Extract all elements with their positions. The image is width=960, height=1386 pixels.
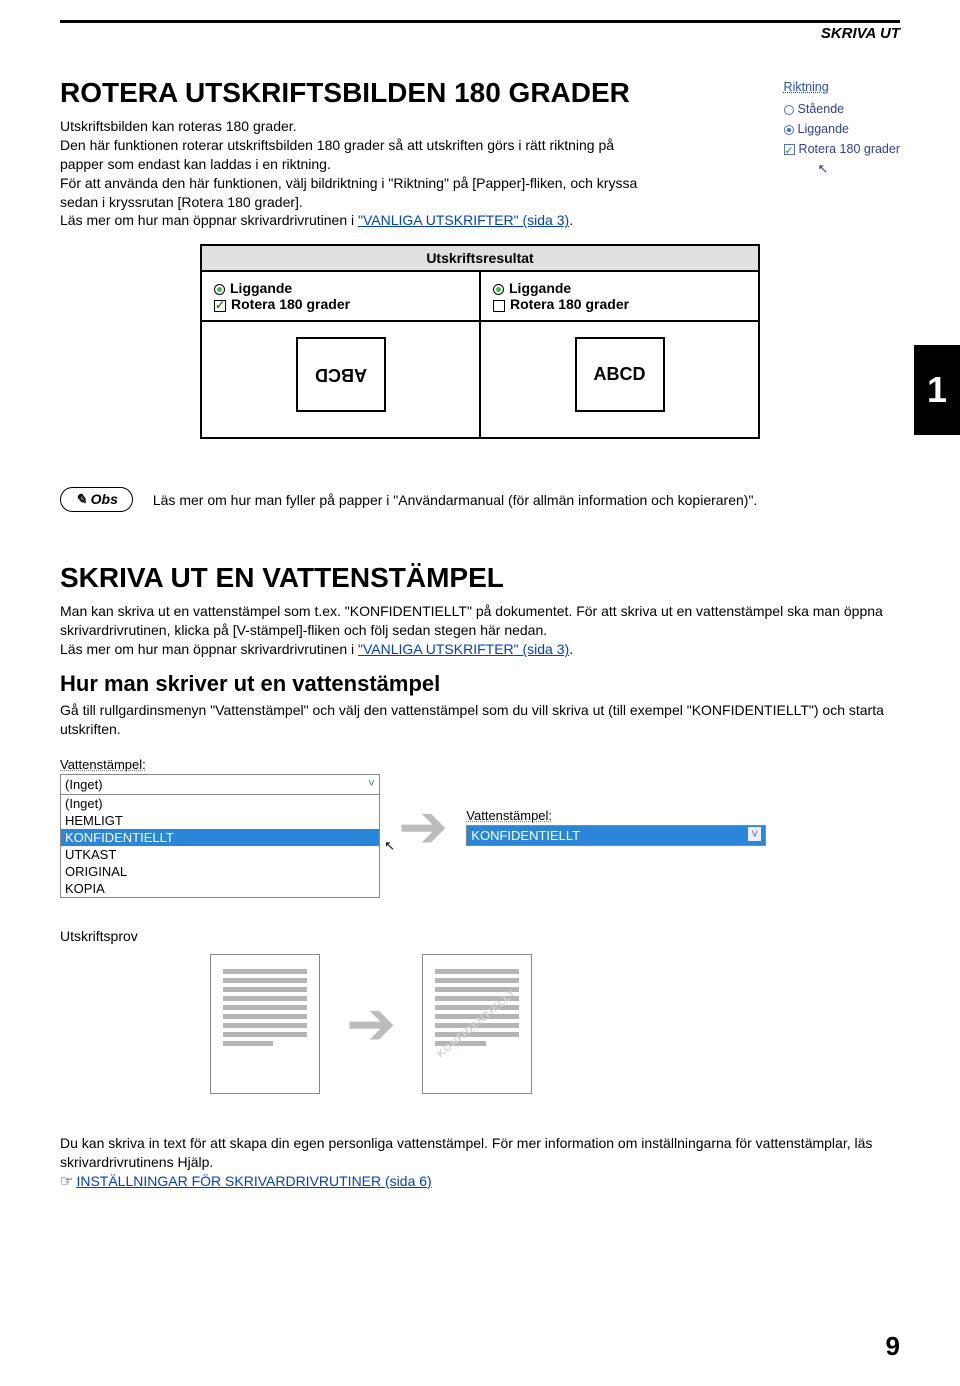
text-line [223,1014,307,1019]
rotate-p3b: . [569,212,573,228]
sample-page-after: KONFIDENTIELLT [422,954,532,1094]
riktning-label-2: Liggande [798,122,849,136]
utskriftsprov-label: Utskriftsprov [60,928,900,944]
text-line [223,1005,307,1010]
arrow-right-icon: ➔ [398,812,448,842]
opt-liggande-1: Liggande [230,280,292,296]
watermark-p1: Man kan skriva ut en vattenstämpel som t… [60,602,900,640]
riktning-label-1: Stående [798,102,845,116]
preview-abcd-rotated: ABCD [296,337,386,412]
opt-liggande-2: Liggande [509,280,571,296]
opt-rotera-1: Rotera 180 grader [231,296,350,312]
results-table: Utskriftsresultat Liggande Rotera 180 gr… [200,244,760,439]
text-line [223,1041,273,1046]
arrow-right-icon: ➔ [346,1009,396,1039]
dropdown-item-inget[interactable]: (Inget) [61,795,379,812]
link-vanliga-utskrifter-1[interactable]: "VANLIGA UTSKRIFTER" (sida 3) [358,212,569,228]
dropdown-item-hemligt[interactable]: HEMLIGT [61,812,379,829]
chapter-tab: 1 [914,345,960,435]
rotate-p2: För att använda den här funktionen, välj… [60,174,660,212]
text-line [223,978,307,983]
result-col2-options: Liggande Rotera 180 grader [479,272,758,320]
dropdown-item-konfidentiellt[interactable]: KONFIDENTIELLT [61,829,379,846]
radio-icon [784,105,794,115]
watermark-p2a: Läs mer om hur man öppnar skrivardrivrut… [60,641,358,657]
radio-selected-icon [214,284,225,295]
rotate-p1: Den här funktionen roterar utskriftsbild… [60,136,660,174]
text-line [223,969,307,974]
text-line [223,987,307,992]
watermark-p2b: . [569,641,573,657]
preview-rotated: ABCD [202,322,479,437]
checkbox-checked-icon [214,300,226,312]
checkbox-checked-icon [784,144,795,155]
dropdown-label-1: Vattenstämpel: [60,757,380,772]
riktning-option-rotera[interactable]: Rotera 180 grader [784,139,900,159]
rotate-title: ROTERA UTSKRIFTSBILDEN 180 GRADER [60,77,900,109]
text-line [223,996,307,1001]
riktning-option-liggande[interactable]: Liggande [784,119,900,139]
watermark-dropdown-result[interactable]: Vattenstämpel: KONFIDENTIELLT [466,808,766,846]
header-rule [60,20,900,23]
dropdown-item-utkast[interactable]: UTKAST [61,846,379,863]
radio-selected-icon [493,284,504,295]
pointing-hand-icon: ☞ [60,1173,73,1190]
page-number: 9 [886,1331,900,1362]
footer-text: Du kan skriva in text för att skapa din … [60,1134,900,1172]
dropdown-list: (Inget) HEMLIGT KONFIDENTIELLT UTKAST OR… [60,795,380,898]
opt-rotera-2: Rotera 180 grader [510,296,629,312]
riktning-label-3: Rotera 180 grader [799,142,900,156]
obs-text: Läs mer om hur man fyller på papper i "A… [153,492,757,508]
dropdown-item-kopia[interactable]: KOPIA [61,880,379,897]
radio-selected-icon [784,125,794,135]
preview-abcd-normal: ABCD [575,337,665,412]
link-installningar[interactable]: INSTÄLLNINGAR FÖR SKRIVARDRIVRUTINER (si… [76,1173,431,1189]
checkbox-unchecked-icon [493,300,505,312]
dropdown-item-original[interactable]: ORIGINAL [61,863,379,880]
pencil-icon: ✎ [75,491,91,507]
text-line [435,1032,519,1037]
rotate-p3a: Läs mer om hur man öppnar skrivardrivrut… [60,212,358,228]
riktning-title: Riktning [784,77,900,97]
watermark-title: SKRIVA UT EN VATTENSTÄMPEL [60,562,900,594]
text-line [223,1032,307,1037]
riktning-panel: Riktning Stående Liggande Rotera 180 gra… [784,77,900,180]
text-line [435,978,519,983]
result-col1-options: Liggande Rotera 180 grader [202,272,479,320]
obs-badge: ✎ Obs [60,487,133,512]
header-section: SKRIVA UT [60,25,900,42]
dropdown-result-value[interactable]: KONFIDENTIELLT [466,825,766,846]
obs-label: Obs [91,491,118,507]
text-line [223,1023,307,1028]
cursor-icon: ↖ [818,159,900,180]
rotate-intro: Utskriftsbilden kan roteras 180 grader. [60,117,660,136]
dropdown-selected-value[interactable]: (Inget) [60,774,380,795]
dropdown-label-2: Vattenstämpel: [466,808,766,823]
sample-page-before [210,954,320,1094]
preview-normal: ABCD [479,322,758,437]
results-header: Utskriftsresultat [202,246,758,272]
link-vanliga-utskrifter-2[interactable]: "VANLIGA UTSKRIFTER" (sida 3) [358,641,569,657]
watermark-dropdown-open[interactable]: Vattenstämpel: (Inget) (Inget) HEMLIGT K… [60,757,380,898]
watermark-p3: Gå till rullgardinsmenyn "Vattenstämpel"… [60,701,900,739]
watermark-subtitle: Hur man skriver ut en vattenstämpel [60,671,900,697]
riktning-option-staende[interactable]: Stående [784,99,900,119]
text-line [435,969,519,974]
